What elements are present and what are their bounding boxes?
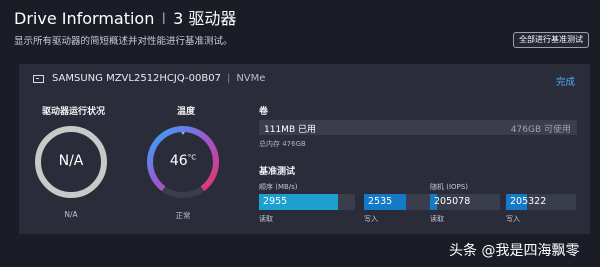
benchmark-all-button[interactable]: 全部进行基准测试 [513,32,589,48]
title-divider: I [161,9,167,28]
random-write-bar: 205322 [506,194,576,210]
random-read-value: 205078 [434,196,471,207]
sequential-label: 顺序 (MB/s) [259,183,298,191]
page-description: 显示所有驱动器的简短概述并对性能进行基准测试。 [14,36,233,47]
random-read-caption: 读取 [430,215,444,223]
sequential-write-value: 2535 [368,196,393,207]
page-title: Drive Information I 3 驱动器 [14,5,236,29]
watermark: 头条 @我是四海飘零 [449,243,580,259]
random-write-value: 205322 [510,196,547,207]
volume-bar: 111MB 已用 476GB 可使用 [259,120,577,135]
volume-label: 卷 [259,107,269,117]
volume-available: 476GB 可使用 [510,125,571,135]
volume-used: 111MB 已用 [264,125,316,135]
sequential-write-caption: 写入 [364,215,378,223]
temperature-pointer-icon [181,132,185,135]
drive-icon [33,74,44,83]
temperature-number: 46 [169,153,188,169]
drive-name: SAMSUNG MZVL2512HCJQ-00B07 [52,73,221,84]
temperature-label: 温度 [177,107,196,117]
done-link[interactable]: 完成 [556,74,575,88]
volume-total: 总内存 476GB [259,140,306,148]
benchmark-label: 基准测试 [259,167,296,177]
title-text: Drive Information [14,9,155,28]
drive-count: 3 驱动器 [173,9,237,28]
drive-header: SAMSUNG MZVL2512HCJQ-00B07 | NVMe [33,73,265,84]
temperature-value: 46°C [145,153,221,169]
temperature-unit: °C [187,153,197,162]
temperature-status: 正常 [175,211,191,220]
sequential-read-value: 2955 [263,196,288,207]
health-label: 驱动器运行状况 [42,107,106,117]
health-value: N/A [58,153,84,169]
health-status: N/A [64,210,78,219]
sequential-write-bar: 2535 [364,194,434,210]
random-write-caption: 写入 [506,215,520,223]
sequential-read-caption: 读取 [259,215,273,223]
sequential-read-bar: 2955 [259,194,355,210]
random-read-bar: 205078 [430,194,500,210]
drive-divider: | [226,73,231,84]
random-label: 随机 (IOPS) [430,183,468,191]
drive-type: NVMe [236,73,266,84]
drive-panel: SAMSUNG MZVL2512HCJQ-00B07 | NVMe 完成 驱动器… [19,64,590,234]
